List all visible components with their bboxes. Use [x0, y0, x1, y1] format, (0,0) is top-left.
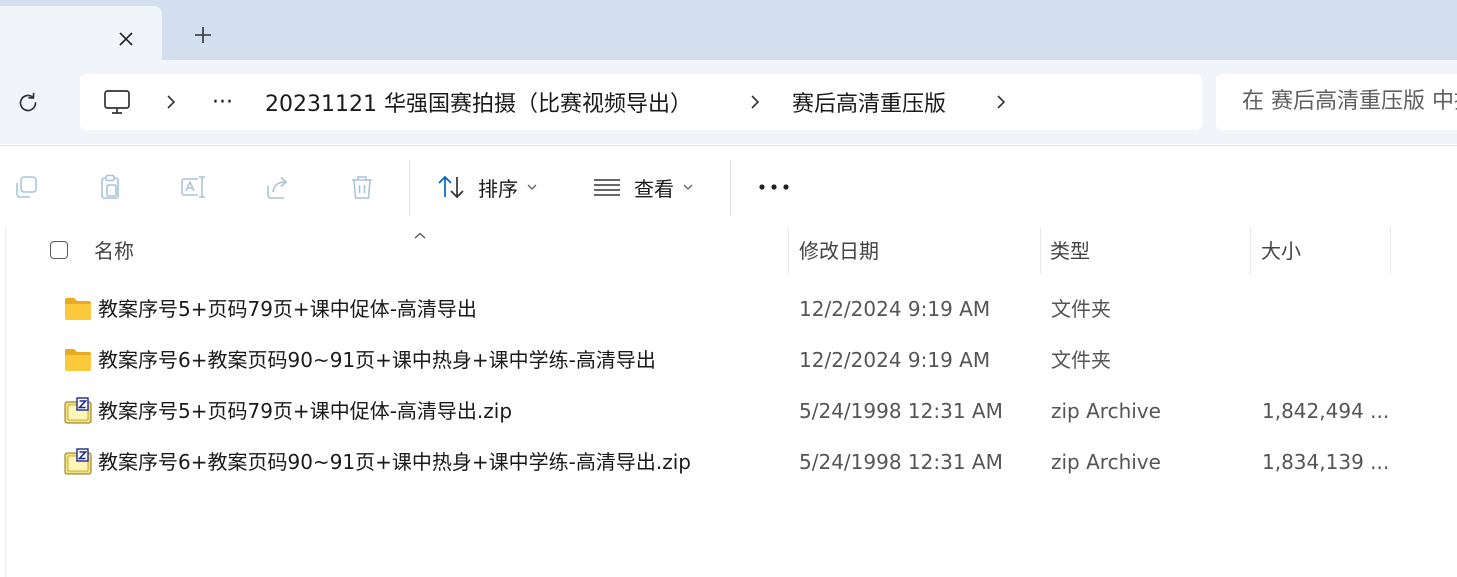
- paste-icon[interactable]: [94, 171, 126, 203]
- toolbar-separator: [409, 160, 410, 216]
- file-row[interactable]: 教案序号5+页码79页+课中促体-高清导出 12/2/2024 9:19 AM …: [50, 284, 1400, 334]
- sort-ascending-icon: [413, 226, 427, 245]
- search-placeholder: 在 赛后高清重压版 中搜索: [1242, 89, 1457, 114]
- file-name: 教案序号5+页码79页+课中促体-高清导出.zip: [98, 399, 513, 423]
- file-name: 教案序号6+教案页码90~91页+课中热身+课中学练-高清导出: [98, 348, 656, 372]
- column-header-name[interactable]: 名称: [94, 228, 134, 274]
- sort-button[interactable]: 排序: [436, 163, 538, 211]
- file-size: [1262, 335, 1390, 385]
- file-size: [1262, 284, 1390, 334]
- column-header-size[interactable]: 大小: [1261, 228, 1301, 274]
- view-list-icon: [592, 173, 622, 201]
- folder-icon: [64, 346, 92, 374]
- file-size: 1,834,139 ...: [1262, 450, 1390, 474]
- breadcrumb-overflow[interactable]: ···: [212, 74, 233, 130]
- chevron-right-icon[interactable]: [994, 74, 1008, 130]
- list-header: 名称 修改日期 类型 大小: [0, 228, 1457, 274]
- column-separator[interactable]: [1040, 228, 1041, 274]
- file-date: 5/24/1998 12:31 AM: [799, 450, 1003, 474]
- chevron-down-icon: [682, 182, 694, 192]
- view-button[interactable]: 查看: [592, 163, 694, 211]
- search-input[interactable]: 在 赛后高清重压版 中搜索: [1216, 74, 1457, 130]
- plus-icon[interactable]: [188, 20, 218, 50]
- file-date: 5/24/1998 12:31 AM: [799, 399, 1003, 423]
- breadcrumb[interactable]: ··· 20231121 华强国赛拍摄（比赛视频导出） 赛后高清重压版: [80, 74, 1202, 130]
- breadcrumb-item-parent[interactable]: 20231121 华强国赛拍摄（比赛视频导出）: [265, 74, 692, 130]
- file-type: zip Archive: [1051, 450, 1161, 474]
- column-separator[interactable]: [788, 228, 789, 274]
- file-type: 文件夹: [1051, 297, 1111, 321]
- sort-arrows-icon: [436, 173, 466, 201]
- chevron-right-icon[interactable]: [164, 74, 178, 130]
- view-label: 查看: [634, 176, 674, 201]
- file-list: 名称 修改日期 类型 大小 教案序号5+页码79页+课中促体-高清导出 12/2…: [0, 228, 1457, 577]
- file-row[interactable]: 教案序号6+教案页码90~91页+课中热身+课中学练-高清导出.zip 5/24…: [50, 437, 1400, 487]
- more-options-icon[interactable]: [752, 171, 796, 203]
- select-all-checkbox[interactable]: [50, 241, 68, 259]
- zip-archive-icon: [64, 397, 92, 425]
- tab-strip: [0, 0, 1457, 60]
- rename-icon[interactable]: [178, 171, 210, 203]
- file-date: 12/2/2024 9:19 AM: [799, 348, 991, 372]
- copy-icon[interactable]: [10, 171, 42, 203]
- address-row: ··· 20231121 华强国赛拍摄（比赛视频导出） 赛后高清重压版 在 赛后…: [0, 60, 1457, 144]
- delete-icon[interactable]: [346, 171, 378, 203]
- breadcrumb-item-current[interactable]: 赛后高清重压版: [792, 74, 946, 130]
- file-size: 1,842,494 ...: [1262, 399, 1390, 423]
- column-header-type[interactable]: 类型: [1050, 228, 1090, 274]
- chevron-down-icon: [526, 182, 538, 192]
- column-header-date[interactable]: 修改日期: [799, 228, 879, 274]
- active-tab[interactable]: [0, 6, 162, 60]
- sort-label: 排序: [478, 176, 518, 201]
- file-row[interactable]: 教案序号5+页码79页+课中促体-高清导出.zip 5/24/1998 12:3…: [50, 386, 1400, 436]
- command-bar: 排序 查看: [0, 145, 1457, 229]
- refresh-icon[interactable]: [12, 87, 44, 119]
- file-name: 教案序号5+页码79页+课中促体-高清导出: [98, 297, 477, 321]
- zip-archive-icon: [64, 448, 92, 476]
- toolbar-separator: [730, 160, 731, 216]
- file-row[interactable]: 教案序号6+教案页码90~91页+课中热身+课中学练-高清导出 12/2/202…: [50, 335, 1400, 385]
- close-icon[interactable]: [113, 26, 139, 52]
- file-type: zip Archive: [1051, 399, 1161, 423]
- share-icon[interactable]: [262, 171, 294, 203]
- file-type: 文件夹: [1051, 348, 1111, 372]
- computer-icon[interactable]: [102, 74, 132, 130]
- column-separator[interactable]: [1390, 228, 1391, 274]
- chevron-right-icon[interactable]: [748, 74, 762, 130]
- file-name: 教案序号6+教案页码90~91页+课中热身+课中学练-高清导出.zip: [98, 450, 691, 474]
- pane-divider: [5, 228, 6, 577]
- column-separator[interactable]: [1250, 228, 1251, 274]
- folder-icon: [64, 295, 92, 323]
- file-date: 12/2/2024 9:19 AM: [799, 297, 991, 321]
